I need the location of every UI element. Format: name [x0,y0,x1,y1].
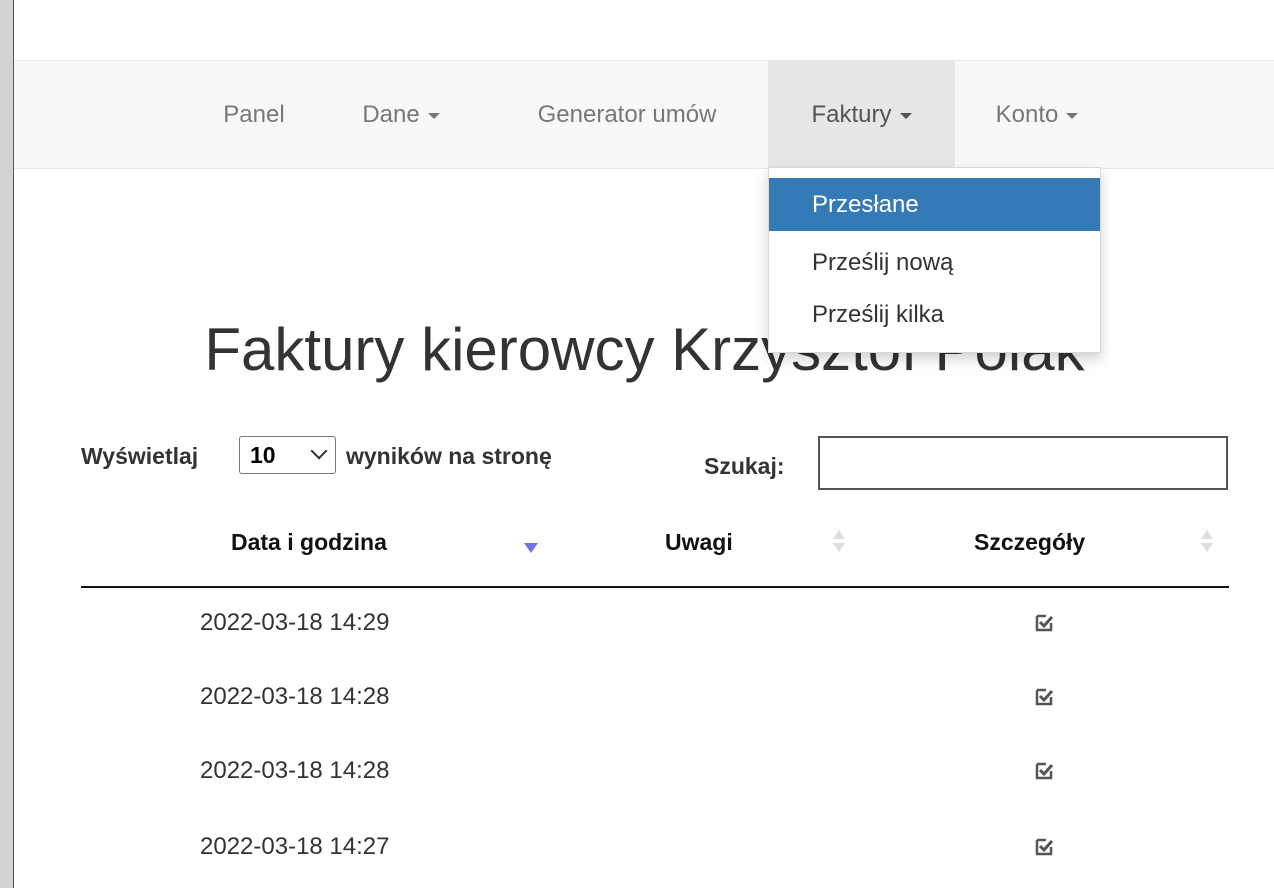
dropdown-item-przeslij-kilka[interactable]: Prześlij kilka [769,288,1100,341]
nav-faktury-label: Faktury [811,100,892,128]
dropdown-item-przeslij-nowa[interactable]: Prześlij nową [769,235,1100,290]
sort-descending-icon [524,543,538,553]
nav-dane[interactable]: Dane [336,61,466,168]
dropdown-item-przeslane[interactable]: Przesłane [769,178,1100,231]
check-square-edit-icon [1035,838,1054,856]
table-row: 2022-03-18 14:29 [81,586,1229,660]
check-square-edit-icon [1035,688,1054,706]
nav-faktury[interactable]: Faktury [768,61,955,168]
page-size-select[interactable]: 10 [239,436,336,474]
nav-panel-label: Panel [223,100,285,128]
column-header-label: Data i godzina [231,528,387,555]
column-header-label: Szczegóły [974,528,1086,555]
details-button[interactable] [1029,734,1059,808]
nav-generator-label: Generator umów [537,100,717,128]
table-controls: Wyświetlaj 10 wyników na stronę Szukaj: [14,436,1274,490]
nav-konto[interactable]: Konto [972,61,1102,168]
details-button[interactable] [1029,660,1059,734]
search-input[interactable] [818,436,1228,490]
sort-both-icon [833,530,847,556]
dropdown-item-label: Prześlij kilka [812,300,945,328]
dropdown-item-label: Prześlij nową [812,248,954,276]
row-date: 2022-03-18 14:27 [200,833,390,860]
page-size-value: 10 [250,441,276,468]
faktury-dropdown-menu: Przesłane Prześlij nową Prześlij kilka [768,167,1101,353]
column-header-notes[interactable]: Uwagi [665,510,733,574]
caret-down-icon [427,113,440,119]
dropdown-item-label: Przesłane [812,190,919,218]
column-header-date[interactable]: Data i godzina [231,510,387,574]
column-header-details[interactable]: Szczegóły [974,510,1085,574]
main-navbar: Panel Dane Generator umów Faktury Konto [14,60,1274,169]
check-square-edit-icon [1035,762,1054,780]
details-button[interactable] [1029,810,1059,884]
nav-dane-label: Dane [362,100,420,128]
search-label: Szukaj: [704,453,785,479]
row-date: 2022-03-18 14:28 [200,757,390,784]
page-size-label-after: wyników na stronę [346,443,552,469]
column-header-label: Uwagi [665,528,733,555]
row-date: 2022-03-18 14:29 [200,609,390,636]
sort-both-icon [1201,530,1215,556]
caret-down-icon [899,113,912,119]
check-square-edit-icon [1035,614,1054,632]
table-row: 2022-03-18 14:27 [81,810,1229,884]
caret-down-icon [1066,113,1079,119]
table-row: 2022-03-18 14:28 [81,660,1229,734]
details-button[interactable] [1029,586,1059,660]
nav-panel[interactable]: Panel [202,61,306,168]
nav-konto-label: Konto [995,100,1059,128]
chevron-down-icon [310,442,328,460]
page-size-label-before: Wyświetlaj [81,443,199,469]
page-viewport: Panel Dane Generator umów Faktury Konto … [13,0,1274,888]
row-date: 2022-03-18 14:28 [200,683,390,710]
table-header: Data i godzina Uwagi Szczegóły [81,510,1229,588]
table-row: 2022-03-18 14:28 [81,734,1229,808]
nav-generator-umow[interactable]: Generator umów [496,61,758,168]
